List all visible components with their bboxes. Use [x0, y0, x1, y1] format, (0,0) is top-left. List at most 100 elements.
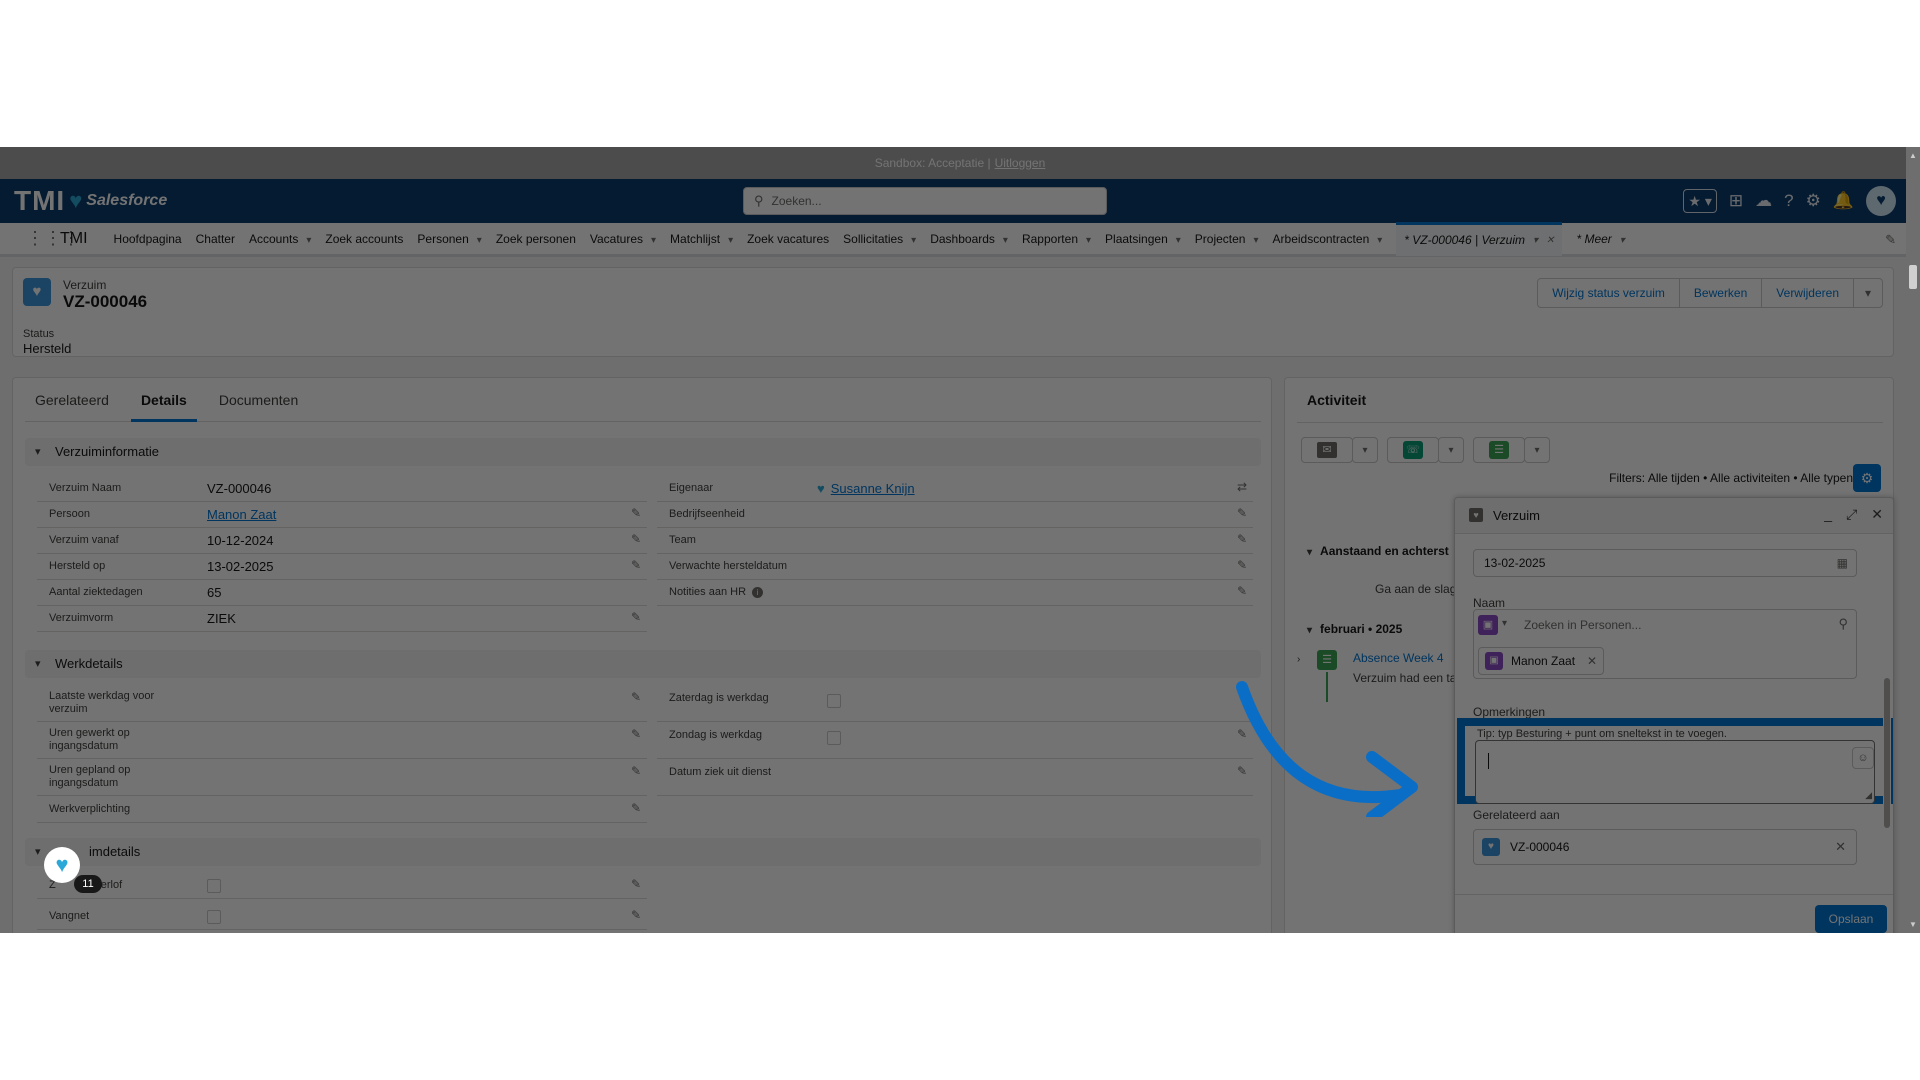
zwangerschapsverlof-checkbox — [207, 879, 221, 893]
naam-search-input[interactable]: Zoeken in Personen... — [1524, 618, 1641, 632]
month-section[interactable]: ▾ februari • 2025 — [1307, 622, 1402, 636]
scroll-up-icon: ▲ — [1909, 151, 1917, 160]
nav-item-arbeidscontracten[interactable]: Arbeidscontracten ▾ — [1273, 232, 1383, 246]
nav-item-vacatures[interactable]: Vacatures ▾ — [590, 232, 656, 246]
nav-item-personen[interactable]: Personen ▾ — [417, 232, 481, 246]
logout-link[interactable]: Uitloggen — [995, 156, 1046, 170]
tab-record-vz-000046[interactable]: * VZ-000046 | Verzuim ▾ ✕ — [1396, 221, 1563, 256]
pencil-icon[interactable]: ✎ — [631, 558, 641, 572]
logo[interactable]: TMI ♥ Salesforce — [14, 185, 167, 217]
avatar[interactable]: ♥ — [1866, 186, 1896, 216]
pencil-icon[interactable]: ✎ — [631, 801, 641, 815]
notifications-icon[interactable]: 🔔 — [1833, 191, 1854, 211]
pencil-icon[interactable]: ✎ — [1237, 584, 1247, 598]
chevron-right-icon[interactable]: › — [1297, 654, 1300, 665]
composer-controls: _ ⤢ ✕ — [1824, 506, 1883, 523]
call-action[interactable]: ☏ — [1387, 437, 1439, 463]
tab-details[interactable]: Details — [130, 388, 197, 422]
pencil-icon[interactable]: ✎ — [631, 764, 641, 778]
nav-item-hoofdpagina[interactable]: Hoofdpagina — [114, 232, 182, 246]
change-owner-icon[interactable]: ⇄ — [1237, 480, 1247, 494]
pencil-icon[interactable]: ✎ — [631, 610, 641, 624]
app-launcher-icon[interactable]: ⋮⋮⋮ — [26, 228, 80, 249]
nav-item-zoek-personen[interactable]: Zoek personen — [496, 232, 576, 246]
pencil-icon[interactable]: ✎ — [631, 908, 641, 922]
helper-heart-icon[interactable]: ♥ — [44, 847, 80, 883]
trailhead-icon[interactable]: ☁ — [1755, 191, 1772, 211]
task-icon: ☰ — [1489, 441, 1509, 459]
nav-more[interactable]: * Meer ▾ — [1576, 232, 1624, 246]
pencil-icon[interactable]: ✎ — [1237, 506, 1247, 520]
chevron-down-icon: ▾ — [1533, 234, 1539, 246]
pencil-icon[interactable]: ✎ — [631, 727, 641, 741]
nav-item-sollicitaties[interactable]: Sollicitaties ▾ — [843, 232, 916, 246]
global-search[interactable]: ⚲ Zoeken... — [743, 187, 1107, 215]
chevron-down-icon: ▾ — [1534, 444, 1540, 456]
persoon-link[interactable]: Manon Zaat — [207, 507, 276, 522]
owner-link[interactable]: Susanne Knijn — [831, 481, 915, 496]
nav-item-plaatsingen[interactable]: Plaatsingen ▾ — [1105, 232, 1181, 246]
close-icon[interactable]: ✕ — [1871, 506, 1883, 523]
more-actions-button[interactable]: ▾ — [1853, 278, 1883, 308]
pencil-icon[interactable]: ✎ — [631, 877, 641, 891]
expand-icon[interactable]: ⤢ — [1846, 506, 1857, 523]
pencil-icon[interactable]: ✎ — [631, 690, 641, 704]
call-action-menu[interactable]: ▾ — [1438, 437, 1464, 463]
nav-item-rapporten[interactable]: Rapporten ▾ — [1022, 232, 1091, 246]
nav-item-dashboards[interactable]: Dashboards ▾ — [930, 232, 1008, 246]
header-icons: ★ ▾ ⊞ ☁ ? ⚙ 🔔 ♥ — [1683, 186, 1896, 216]
chevron-down-icon: ▾ — [35, 846, 41, 858]
add-icon[interactable]: ⊞ — [1729, 191, 1743, 211]
pencil-icon[interactable]: ✎ — [1237, 532, 1247, 546]
upcoming-section[interactable]: ▾ Aanstaand en achterst — [1307, 544, 1449, 558]
section-werkdetails[interactable]: ▾ Werkdetails — [25, 650, 1261, 678]
resize-handle[interactable]: ◢ — [1865, 790, 1872, 801]
delete-button[interactable]: Verwijderen — [1761, 278, 1854, 308]
settings-icon[interactable]: ⚙ — [1806, 191, 1821, 211]
nav-item-matchlijst[interactable]: Matchlijst ▾ — [670, 232, 733, 246]
section-verzuimdetails[interactable]: ▾ imdetails — [25, 838, 1261, 866]
favorites-icon[interactable]: ★ ▾ — [1683, 189, 1717, 213]
quick-text-icon[interactable]: ☺ — [1852, 747, 1874, 769]
field-persoon: Persoon Manon Zaat ✎ — [37, 502, 647, 528]
activity-item-title[interactable]: Absence Week 4 — [1353, 651, 1444, 665]
pencil-icon[interactable]: ✎ — [1237, 558, 1247, 572]
contact-icon[interactable]: ▣ — [1478, 615, 1498, 635]
edit-nav-icon[interactable]: ✎ — [1885, 232, 1896, 248]
nav-item-zoek-accounts[interactable]: Zoek accounts — [325, 232, 403, 246]
field-verzuimvorm: Verzuimvorm ZIEK ✎ — [37, 606, 647, 632]
nav-item-zoek-vacatures[interactable]: Zoek vacatures — [747, 232, 829, 246]
activity-filters[interactable]: Filters: Alle tijden • Alle activiteiten… — [1609, 471, 1853, 485]
chevron-down-icon[interactable]: ▾ — [1502, 618, 1507, 629]
date-input[interactable]: 13-02-2025 ▦ — [1473, 549, 1857, 577]
minimize-icon[interactable]: _ — [1824, 506, 1832, 523]
email-action[interactable]: ✉ — [1301, 437, 1353, 463]
pencil-icon[interactable]: ✎ — [631, 506, 641, 520]
page-scrollbar[interactable]: ▲ ▼ — [1906, 147, 1920, 933]
nav-item-accounts[interactable]: Accounts ▾ — [249, 232, 311, 246]
status-value: Hersteld — [23, 341, 72, 356]
pencil-icon[interactable]: ✎ — [631, 532, 641, 546]
clear-icon[interactable]: ✕ — [1835, 839, 1846, 855]
calendar-icon[interactable]: ▦ — [1837, 550, 1848, 576]
section-verzuiminformatie[interactable]: ▾ Verzuiminformatie — [25, 438, 1261, 466]
gear-icon[interactable]: ⚙ — [1853, 464, 1881, 492]
composer-scrollbar[interactable] — [1883, 538, 1891, 888]
task-action-menu[interactable]: ▾ — [1524, 437, 1550, 463]
task-action[interactable]: ☰ — [1473, 437, 1525, 463]
opmerkingen-textarea[interactable]: ☺ ◢ — [1475, 740, 1875, 804]
tab-gerelateerd[interactable]: Gerelateerd — [25, 388, 119, 422]
nav-item-chatter[interactable]: Chatter — [196, 232, 235, 246]
nav-item-projecten[interactable]: Projecten ▾ — [1195, 232, 1259, 246]
email-action-menu[interactable]: ▾ — [1352, 437, 1378, 463]
help-icon[interactable]: ? — [1784, 191, 1793, 211]
tab-documenten[interactable]: Documenten — [209, 388, 308, 422]
remove-icon[interactable]: ✕ — [1587, 654, 1597, 668]
search-icon: ⚲ — [1838, 616, 1848, 631]
edit-button[interactable]: Bewerken — [1678, 278, 1763, 308]
change-status-button[interactable]: Wijzig status verzuim — [1537, 278, 1680, 308]
related-lookup[interactable]: ♥ VZ-000046 ✕ — [1473, 829, 1857, 865]
chevron-down-icon: ▾ — [1619, 234, 1625, 246]
close-icon: ✕ — [1546, 234, 1555, 246]
save-button[interactable]: Opslaan — [1815, 905, 1887, 933]
